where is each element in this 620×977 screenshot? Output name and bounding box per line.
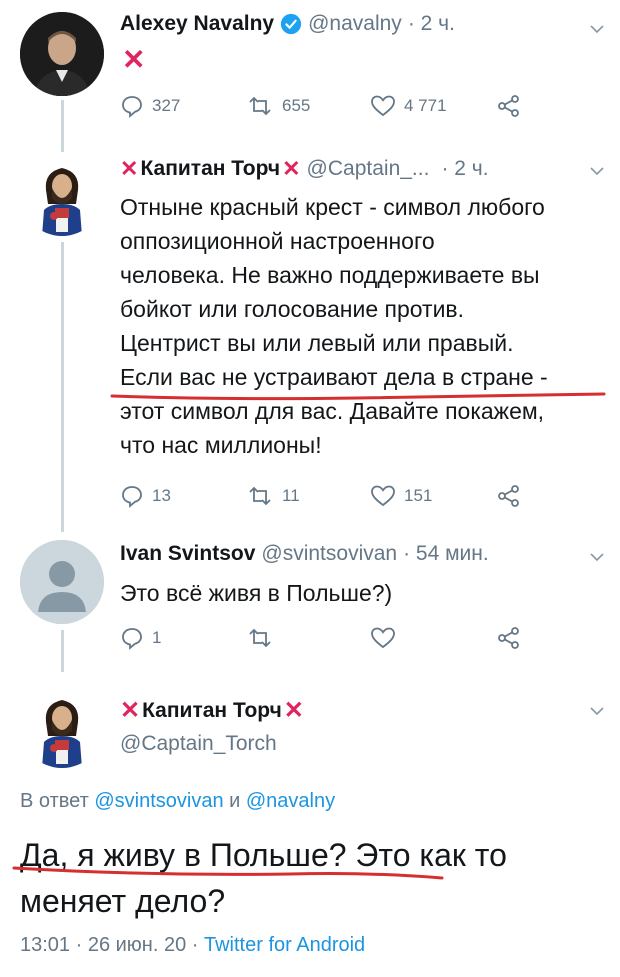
main-author-row: ✕ Капитан Торч ✕ (120, 696, 304, 725)
tweet1-reply-count: 327 (152, 96, 181, 115)
tweet2-line: оппозиционной настроенного (120, 228, 435, 254)
heart-icon (371, 485, 395, 507)
tweet1-retweet-button[interactable]: 655 (246, 94, 310, 118)
avatar-default[interactable] (20, 540, 104, 624)
tweet1-time[interactable]: · 2 ч. (408, 12, 455, 36)
tweet2-retweet-button[interactable]: 11 (246, 484, 300, 508)
avatar-navalny[interactable] (20, 12, 104, 96)
tweet2-like-button[interactable]: 151 (370, 484, 432, 508)
red-underline-marker (110, 392, 606, 401)
verified-icon (280, 13, 302, 35)
chevron-down-icon[interactable] (588, 162, 606, 180)
reply-icon (122, 628, 142, 650)
heart-icon (371, 95, 395, 117)
navalny-photo (20, 12, 104, 96)
tweet2-header: ✕ Капитан Торч ✕ @Captain_... · 2 ч. (120, 156, 489, 182)
tweet2-reply-button[interactable]: 13 (120, 484, 171, 508)
reply-icon (122, 96, 142, 118)
thread-line-2 (61, 242, 64, 532)
red-underline-marker (12, 866, 444, 880)
main-source[interactable]: Twitter for Android (204, 934, 365, 956)
tweet2-line: Центрист вы или левый или правый. (120, 330, 514, 356)
tweet3-handle[interactable]: @svintsovivan (261, 542, 397, 566)
captain-torch-avatar-image (20, 152, 104, 236)
tweet3-header: Ivan Svintsov @svintsovivan · 54 мин. (120, 542, 489, 566)
red-cross-icon: ✕ (120, 156, 139, 181)
captain-torch-avatar-image (20, 684, 104, 768)
mention-svintsovivan[interactable]: @svintsovivan (94, 790, 223, 812)
share-icon[interactable] (496, 483, 522, 509)
tweet1-like-button[interactable]: 4 771 (370, 94, 447, 118)
main-timestamp[interactable]: 13:01 · 26 июн. 20 · (20, 934, 198, 956)
share-icon[interactable] (496, 625, 522, 651)
tweet2-handle[interactable]: @Captain_... (307, 157, 430, 181)
tweet3-time[interactable]: · 54 мин. (403, 542, 489, 566)
tweet1-like-count: 4 771 (404, 96, 447, 115)
tweet2-text: Отныне красный крест - символ любого опп… (120, 190, 600, 462)
tweet2-line: что нас миллионы! (120, 432, 322, 458)
avatar-captain-torch[interactable] (20, 684, 104, 768)
tweet3-reply-count: 1 (152, 628, 162, 647)
tweet2-like-count: 151 (404, 486, 433, 505)
tweet2-line: человека. Не важно поддерживаете вы (120, 262, 540, 288)
chevron-down-icon[interactable] (588, 702, 606, 720)
red-cross-icon: ✕ (282, 156, 301, 181)
chevron-down-icon[interactable] (588, 20, 606, 38)
tweet2-line: Отныне красный крест - символ любого (120, 194, 545, 220)
tweet3-text: Это всё живя в Польше?) (120, 580, 393, 606)
tweet3-reply-button[interactable]: 1 (120, 626, 161, 650)
default-profile-icon (20, 540, 104, 624)
replying-to: В ответ @svintsovivan и @navalny (20, 790, 335, 813)
mention-navalny[interactable]: @navalny (246, 790, 335, 812)
reply-icon (122, 486, 142, 508)
tweet1-reply-button[interactable]: 327 (120, 94, 180, 118)
tweet2-reply-count: 13 (152, 486, 171, 505)
tweet1-header: Alexey Navalny @navalny · 2 ч. (120, 12, 455, 36)
red-cross-icon: ✕ (120, 697, 141, 724)
tweet3-retweet-button[interactable] (246, 626, 274, 650)
retweet-icon (249, 486, 271, 506)
replying-to-label: В ответ (20, 790, 89, 812)
tweet1-text: ✕ (122, 44, 146, 75)
tweet1-retweet-count: 655 (282, 96, 311, 115)
tweet1-handle[interactable]: @navalny (308, 12, 402, 36)
red-cross-icon: ✕ (283, 697, 304, 724)
tweet2-author[interactable]: Капитан Торч (140, 157, 280, 181)
tweet3-like-button[interactable] (370, 626, 396, 650)
replying-to-and: и (229, 790, 241, 812)
thread-line-1 (61, 100, 64, 152)
retweet-icon (249, 628, 271, 648)
main-meta: 13:01 · 26 июн. 20 · Twitter for Android (20, 934, 365, 957)
main-handle[interactable]: @Captain_Torch (120, 732, 277, 756)
tweet3-author[interactable]: Ivan Svintsov (120, 542, 255, 566)
retweet-icon (249, 96, 271, 116)
avatar-captain-torch[interactable] (20, 152, 104, 236)
tweet1-author[interactable]: Alexey Navalny (120, 12, 274, 36)
main-author[interactable]: Капитан Торч (142, 699, 282, 723)
share-icon[interactable] (496, 93, 522, 119)
thread-line-3 (61, 630, 64, 672)
tweet2-time[interactable]: · 2 ч. (441, 157, 488, 181)
chevron-down-icon[interactable] (588, 548, 606, 566)
tweet2-line: бойкот или голосование против. (120, 296, 465, 322)
heart-icon (371, 627, 395, 649)
tweet2-retweet-count: 11 (282, 486, 300, 505)
